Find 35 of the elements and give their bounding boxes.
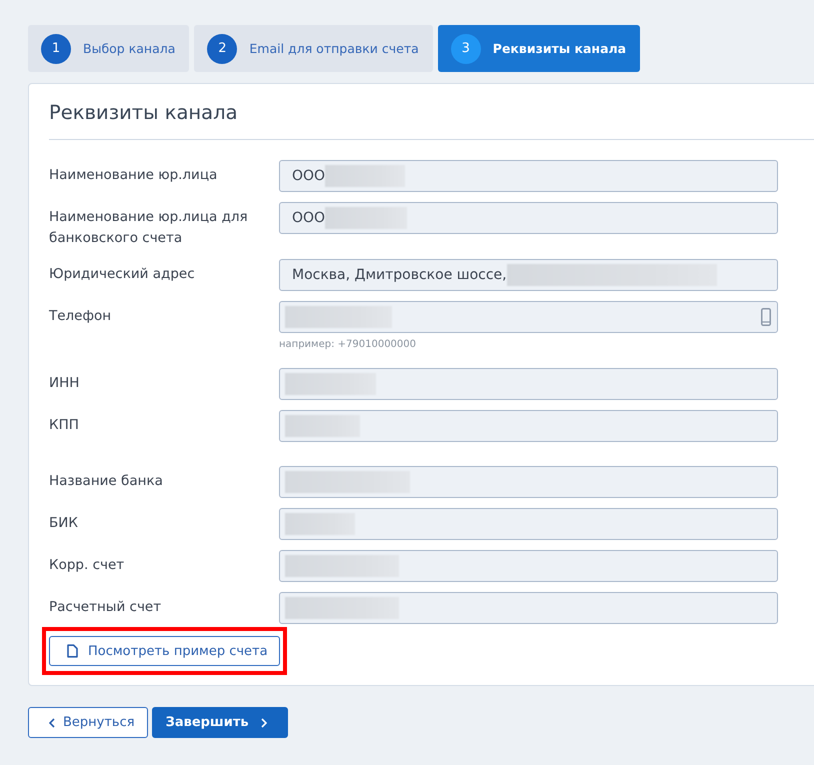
step-tab[interactable]: 3 Реквизиты канала bbox=[438, 25, 640, 72]
field-label: Расчетный счет bbox=[49, 598, 162, 617]
input-field[interactable] bbox=[279, 410, 778, 442]
field-label: Телефон bbox=[49, 307, 112, 326]
field-label: ИНН bbox=[49, 374, 80, 393]
step-tab[interactable]: 2 Email для отправки счета bbox=[194, 25, 433, 72]
field-label: Наименование юр.лица bbox=[49, 166, 218, 185]
field-label: Корр. счет bbox=[49, 556, 126, 575]
step-tab[interactable]: 1 Выбор канала bbox=[28, 25, 190, 72]
chevron-right-icon bbox=[260, 718, 267, 728]
input-field[interactable]: ООО bbox=[279, 202, 778, 234]
card-title: Реквизиты канала bbox=[48, 100, 239, 126]
field-label: Название банка bbox=[49, 472, 164, 491]
hint-text: например: +79010000000 bbox=[279, 338, 418, 352]
step-number: 2 bbox=[207, 34, 238, 64]
input-field[interactable]: Москва, Дмитровское шоссе, bbox=[279, 259, 778, 291]
field-label: БИК bbox=[49, 514, 79, 533]
input-field[interactable] bbox=[279, 466, 778, 498]
input-field[interactable] bbox=[279, 508, 778, 540]
input-field[interactable] bbox=[279, 368, 778, 400]
step-number: 3 bbox=[450, 34, 481, 64]
back-button[interactable]: Вернуться bbox=[28, 707, 148, 738]
document-icon bbox=[67, 644, 78, 658]
input-field[interactable] bbox=[279, 592, 778, 624]
chevron-left-icon bbox=[49, 718, 55, 728]
field-label: Наименование юр.лица для банковского счета bbox=[49, 208, 249, 248]
view-example-button[interactable]: Посмотреть пример счета bbox=[49, 636, 280, 666]
step-number: 1 bbox=[41, 34, 71, 64]
input-field[interactable] bbox=[279, 550, 778, 582]
mobile-phone-icon bbox=[761, 308, 771, 326]
field-label: Юридический адрес bbox=[49, 265, 196, 284]
input-field[interactable]: ООО bbox=[279, 160, 778, 192]
finish-button[interactable]: Завершить bbox=[152, 707, 288, 738]
field-label: КПП bbox=[49, 416, 80, 435]
input-field[interactable] bbox=[279, 301, 778, 333]
